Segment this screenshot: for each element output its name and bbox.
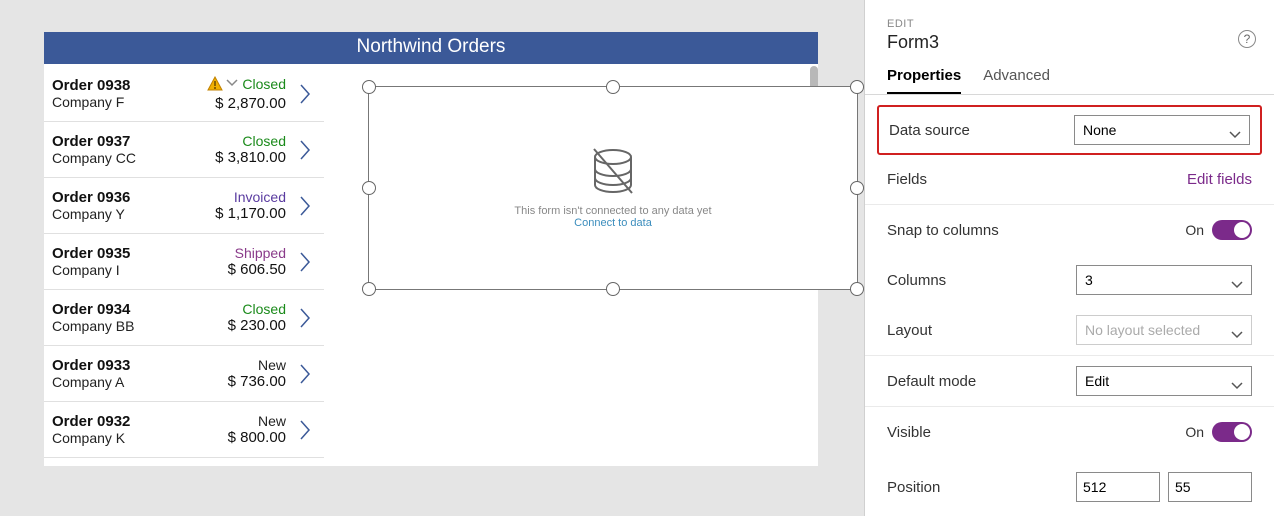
snap-toggle[interactable] <box>1212 220 1252 240</box>
order-list[interactable]: Order 0938Company F Closed$ 2,870.00Orde… <box>44 66 324 466</box>
order-company: Company K <box>52 430 168 446</box>
order-amount: $ 800.00 <box>168 429 286 446</box>
order-status: Closed <box>168 133 286 149</box>
fields-label: Fields <box>887 171 1074 188</box>
chevron-right-icon[interactable] <box>298 138 312 162</box>
visible-row: Visible On <box>865 407 1274 457</box>
position-x-input[interactable] <box>1076 472 1160 502</box>
connect-to-data-link[interactable]: Connect to data <box>369 217 857 229</box>
order-name: Order 0938 <box>52 77 168 94</box>
columns-value: 3 <box>1085 272 1093 288</box>
order-company: Company A <box>52 374 168 390</box>
list-item[interactable]: Order 0934Company BB Closed$ 230.00 <box>44 290 324 346</box>
columns-dropdown[interactable]: 3 <box>1076 265 1252 295</box>
order-company: Company CC <box>52 150 168 166</box>
chevron-right-icon[interactable] <box>298 250 312 274</box>
resize-handle[interactable] <box>850 282 864 296</box>
order-name: Order 0933 <box>52 357 168 374</box>
list-item[interactable]: Order 0937Company CC Closed$ 3,810.00 <box>44 122 324 178</box>
order-amount: $ 2,870.00 <box>168 95 286 112</box>
order-amount: $ 1,170.00 <box>168 205 286 222</box>
snap-row: Snap to columns On <box>865 205 1274 255</box>
position-label: Position <box>887 479 1074 496</box>
list-item[interactable]: Order 0932Company K New$ 800.00 <box>44 402 324 458</box>
order-status: New <box>168 357 286 373</box>
panel-mode-label: EDIT <box>887 18 1252 30</box>
chevron-right-icon[interactable] <box>298 418 312 442</box>
app-title: Northwind Orders <box>44 32 818 64</box>
position-row: Position <box>865 457 1274 507</box>
selected-form-control[interactable]: This form isn't connected to any data ye… <box>368 86 858 290</box>
warning-icon <box>207 76 223 95</box>
list-item[interactable]: Order 0936Company Y Invoiced$ 1,170.00 <box>44 178 324 234</box>
chevron-right-icon[interactable] <box>298 194 312 218</box>
resize-handle[interactable] <box>362 282 376 296</box>
order-status: Closed <box>168 301 286 317</box>
order-status: Invoiced <box>168 189 286 205</box>
snap-label: Snap to columns <box>887 222 1074 239</box>
resize-handle[interactable] <box>606 80 620 94</box>
default-mode-row: Default mode Edit <box>865 356 1274 407</box>
empty-form-message: This form isn't connected to any data ye… <box>369 205 857 217</box>
order-company: Company Y <box>52 206 168 222</box>
order-amount: $ 736.00 <box>168 373 286 390</box>
data-source-value: None <box>1083 122 1116 138</box>
order-name: Order 0937 <box>52 133 168 150</box>
order-status: Shipped <box>168 245 286 261</box>
layout-dropdown[interactable]: No layout selected <box>1076 315 1252 345</box>
position-y-input[interactable] <box>1168 472 1252 502</box>
order-company: Company F <box>52 94 168 110</box>
order-name: Order 0932 <box>52 413 168 430</box>
order-amount: $ 606.50 <box>168 261 286 278</box>
resize-handle[interactable] <box>606 282 620 296</box>
order-status: Closed <box>168 75 286 95</box>
list-item[interactable]: Order 0938Company F Closed$ 2,870.00 <box>44 66 324 122</box>
default-mode-value: Edit <box>1085 373 1109 389</box>
data-source-dropdown[interactable]: None <box>1074 115 1250 145</box>
snap-value: On <box>1185 222 1204 238</box>
order-status: New <box>168 413 286 429</box>
database-slash-icon <box>586 145 640 199</box>
properties-panel: ? EDIT Form3 Properties Advanced Data so… <box>864 0 1274 516</box>
resize-handle[interactable] <box>850 80 864 94</box>
order-amount: $ 230.00 <box>168 317 286 334</box>
layout-label: Layout <box>887 322 1074 339</box>
list-item[interactable]: Order 0933Company A New$ 736.00 <box>44 346 324 402</box>
data-source-label: Data source <box>889 122 1074 139</box>
list-item[interactable]: Order 0935Company I Shipped$ 606.50 <box>44 234 324 290</box>
order-company: Company BB <box>52 318 168 334</box>
tab-properties[interactable]: Properties <box>887 67 961 94</box>
help-icon[interactable]: ? <box>1238 30 1256 48</box>
chevron-down-icon <box>1231 326 1243 334</box>
fields-row: Fields Edit fields <box>865 155 1274 205</box>
order-company: Company I <box>52 262 168 278</box>
default-mode-dropdown[interactable]: Edit <box>1076 366 1252 396</box>
visible-value: On <box>1185 424 1204 440</box>
visible-label: Visible <box>887 424 1074 441</box>
layout-row: Layout No layout selected <box>865 305 1274 356</box>
tab-advanced[interactable]: Advanced <box>983 67 1050 94</box>
resize-handle[interactable] <box>362 80 376 94</box>
edit-fields-link[interactable]: Edit fields <box>1187 171 1252 188</box>
chevron-right-icon[interactable] <box>298 82 312 106</box>
control-name: Form3 <box>887 32 1252 53</box>
layout-value: No layout selected <box>1085 322 1200 338</box>
empty-form-state: This form isn't connected to any data ye… <box>369 145 857 229</box>
chevron-down-icon <box>1231 276 1243 284</box>
chevron-down-icon <box>1231 377 1243 385</box>
chevron-right-icon[interactable] <box>298 306 312 330</box>
default-mode-label: Default mode <box>887 373 1074 390</box>
data-source-row-highlighted: Data source None <box>877 105 1262 155</box>
visible-toggle[interactable] <box>1212 422 1252 442</box>
order-name: Order 0936 <box>52 189 168 206</box>
columns-row: Columns 3 <box>865 255 1274 305</box>
order-amount: $ 3,810.00 <box>168 149 286 166</box>
columns-label: Columns <box>887 272 1074 289</box>
order-name: Order 0934 <box>52 301 168 318</box>
chevron-right-icon[interactable] <box>298 362 312 386</box>
app-canvas: Northwind Orders Order 0938Company F Clo… <box>44 32 818 466</box>
order-name: Order 0935 <box>52 245 168 262</box>
chevron-down-icon <box>1229 126 1241 134</box>
chevron-down-icon <box>225 75 239 91</box>
